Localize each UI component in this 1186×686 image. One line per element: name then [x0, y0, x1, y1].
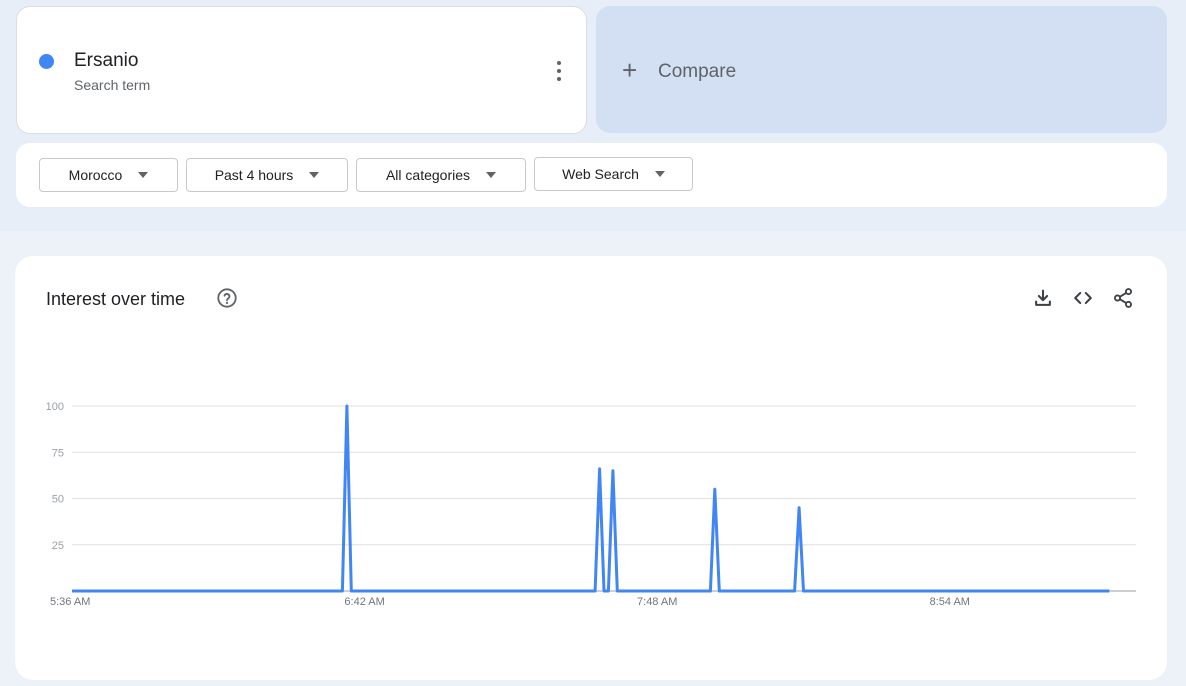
- plus-icon: +: [622, 55, 638, 85]
- caret-down-icon: [654, 171, 665, 177]
- caret-down-icon: [309, 172, 320, 178]
- search-type-value: Web Search: [562, 166, 639, 182]
- y-axis-labels: 100 75 50 25: [46, 401, 64, 552]
- x-axis-labels: 5:36 AM 6:42 AM 7:48 AM 8:54 AM: [50, 596, 970, 608]
- more-options-icon[interactable]: [553, 59, 565, 83]
- interest-over-time-card: Interest over time 100 75 50 25 5:36 AM 6:42…: [15, 256, 1167, 680]
- series-color-dot: [39, 54, 54, 69]
- time-range-dropdown[interactable]: Past 4 hours: [186, 158, 348, 192]
- search-term-name: Ersanio: [74, 50, 139, 71]
- search-term-type: Search term: [74, 77, 151, 93]
- interest-line-chart: 100 75 50 25 5:36 AM 6:42 AM 7:48 AM 8:54 AM: [46, 401, 1136, 608]
- time-range-value: Past 4 hours: [214, 167, 294, 183]
- category-value: All categories: [385, 167, 471, 183]
- compare-label: Compare: [658, 61, 737, 82]
- region-value: Morocco: [68, 167, 123, 183]
- caret-down-icon: [138, 172, 149, 178]
- caret-down-icon: [486, 172, 497, 178]
- category-dropdown[interactable]: All categories: [356, 158, 526, 192]
- y-tick-label: 100: [46, 401, 64, 413]
- x-tick-label: 5:36 AM: [50, 596, 90, 608]
- y-tick-label: 75: [52, 447, 64, 459]
- search-type-dropdown[interactable]: Web Search: [534, 157, 693, 191]
- y-tick-label: 50: [52, 494, 64, 506]
- region-dropdown[interactable]: Morocco: [39, 158, 178, 192]
- search-term-card[interactable]: Ersanio Search term: [16, 6, 587, 134]
- x-tick-label: 6:42 AM: [344, 596, 384, 608]
- y-tick-label: 25: [52, 540, 64, 552]
- x-tick-label: 7:48 AM: [637, 596, 677, 608]
- filter-bar: Morocco Past 4 hours All categories Web …: [16, 143, 1167, 207]
- x-tick-label: 8:54 AM: [930, 596, 970, 608]
- compare-button[interactable]: + Compare: [596, 6, 1167, 133]
